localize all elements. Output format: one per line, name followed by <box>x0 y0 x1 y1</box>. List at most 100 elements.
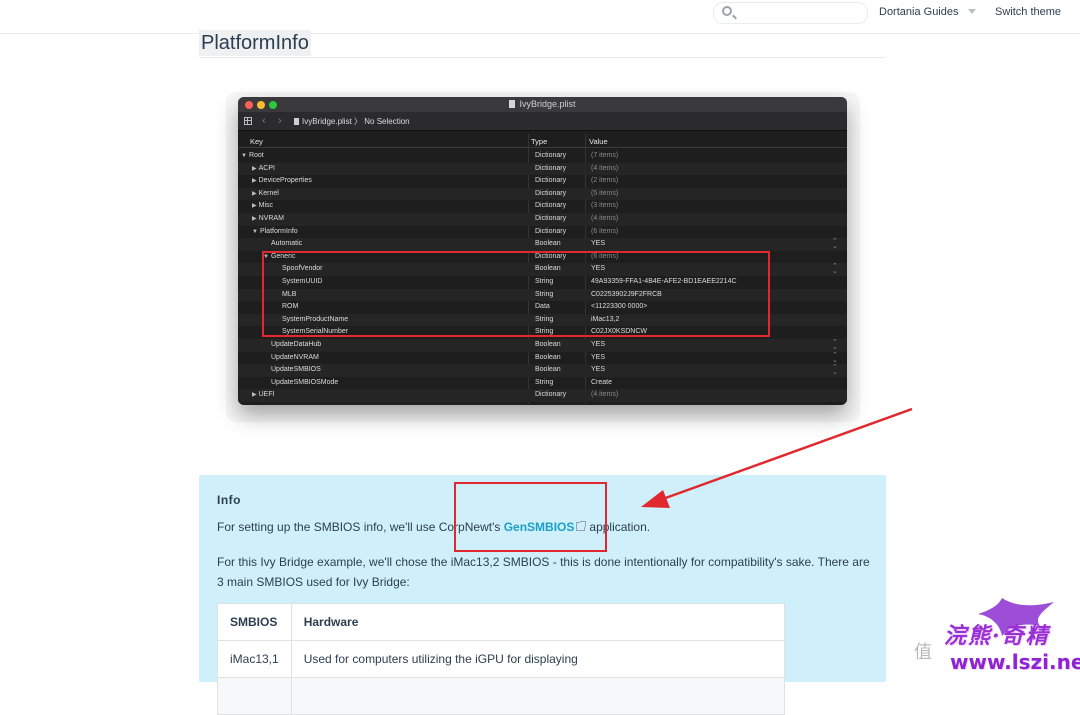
plist-row[interactable]: UpdateSMBIOS Boolean YES ⌃ ⌄ <box>238 364 847 377</box>
plist-row[interactable]: UpdateNVRAM Boolean YES ⌃ ⌄ <box>238 352 847 365</box>
plist-value: YES <box>591 366 606 374</box>
plist-value: (3 items) <box>591 202 619 210</box>
plist-type: Dictionary <box>535 227 567 235</box>
plist-key-text: Kernel <box>258 189 279 197</box>
plist-key-text: NVRAM <box>258 214 284 222</box>
plist-row[interactable]: ▶ DeviceProperties Dictionary (2 items) <box>238 175 847 188</box>
plist-type: Dictionary <box>535 164 567 172</box>
plist-key-text: UEFI <box>258 391 275 399</box>
plist-key-text: Automatic <box>271 240 303 248</box>
plist-key-text: ACPI <box>258 164 275 172</box>
stepper-icon[interactable]: ⌃ ⌄ <box>832 263 838 275</box>
watermark-brand: 浣熊·奇精 <box>944 623 1050 649</box>
link-highlight-box <box>454 482 607 552</box>
column-header-row: Key Type Value <box>238 134 847 148</box>
plist-type: Dictionary <box>535 189 567 197</box>
plist-row[interactable]: ▼ PlatformInfo Dictionary (6 items) <box>238 226 847 239</box>
plist-value: YES <box>591 340 606 348</box>
stepper-icon[interactable]: ⌃ ⌄ <box>832 238 838 250</box>
table-header-row: SMBIOS Hardware <box>217 603 786 641</box>
plist-type: Dictionary <box>535 177 567 185</box>
generic-highlight-box <box>262 251 770 337</box>
plist-row[interactable]: ▶ Kernel Dictionary (5 items) <box>238 187 847 201</box>
plist-key-text: DeviceProperties <box>258 177 312 185</box>
back-arrow-icon: ‹ <box>262 115 266 127</box>
plist-key-text: UpdateSMBIOSMode <box>271 378 339 386</box>
plist-row[interactable]: ▶ ACPI Dictionary (4 items) <box>238 162 847 176</box>
search-input[interactable] <box>713 2 868 24</box>
stepper-icon[interactable]: ⌃ ⌄ <box>832 339 838 351</box>
path-selection: No Selection <box>364 117 410 126</box>
plist-type: Dictionary <box>535 214 567 222</box>
watermark-mark: 值 <box>914 642 932 663</box>
watermark-url: www.lszi.net <box>950 650 1080 674</box>
document-icon <box>509 100 516 108</box>
forward-arrow-icon: › <box>278 115 282 127</box>
plist-row[interactable]: Automatic Boolean YES ⌃ ⌄ <box>238 238 847 251</box>
plist-key: UpdateNVRAM <box>263 354 319 361</box>
disclosure-closed-icon[interactable]: ▶ <box>252 178 257 184</box>
path-separator: 〉 <box>354 117 363 126</box>
plist-row[interactable]: UpdateSMBIOSMode String Create <box>238 377 847 390</box>
stepper-icon[interactable]: ⌃ ⌄ <box>832 364 838 376</box>
info-paragraph-2: For this Ivy Bridge example, we'll chose… <box>217 555 870 589</box>
plist-row[interactable]: ▶ NVRAM Dictionary (4 items) <box>238 212 847 226</box>
window-titlebar: IvyBridge.plist <box>238 97 847 112</box>
plist-value: (4 items) <box>591 391 619 399</box>
plist-value: (5 items) <box>591 189 619 197</box>
plist-key-text: UpdateDataHub <box>271 340 322 348</box>
disclosure-closed-icon[interactable]: ▶ <box>252 166 257 172</box>
path-file: IvyBridge.plist <box>302 117 352 126</box>
page-title: PlatformInfo <box>199 30 311 56</box>
plist-row[interactable]: UpdateDataHub Boolean YES ⌃ ⌄ <box>238 338 847 352</box>
column-header-key: Key <box>250 137 263 146</box>
info-title: Info <box>217 493 241 507</box>
plist-key: ▶ Misc <box>252 202 273 209</box>
chevron-down-icon[interactable] <box>968 9 976 14</box>
plist-value: Create <box>591 378 613 386</box>
plist-type: Boolean <box>535 240 561 248</box>
plist-key-text: UpdateNVRAM <box>271 353 319 361</box>
smbios-table: SMBIOS Hardware iMac13,1 Used for comput… <box>217 603 786 715</box>
plist-row[interactable]: ▶ Misc Dictionary (3 items) <box>238 200 847 213</box>
disclosure-open-icon[interactable]: ▼ <box>241 153 247 159</box>
plist-row[interactable]: ▼ Root Dictionary (7 items) <box>238 150 847 163</box>
table-cell-smbios: iMac13,1 <box>217 640 292 678</box>
plist-value: (2 items) <box>591 177 619 185</box>
switch-theme-button[interactable]: Switch theme <box>995 6 1061 18</box>
disclosure-open-icon[interactable]: ▼ <box>252 229 258 235</box>
plist-type: Boolean <box>535 366 561 374</box>
plist-key: ▶ NVRAM <box>252 215 284 222</box>
plist-row[interactable]: ▶ UEFI Dictionary (4 items) <box>238 389 847 402</box>
grid-icon <box>244 117 252 125</box>
disclosure-closed-icon[interactable]: ▶ <box>252 216 257 222</box>
plist-type: Boolean <box>535 353 561 361</box>
disclosure-closed-icon[interactable]: ▶ <box>252 203 257 209</box>
plist-key: ▼ PlatformInfo <box>252 228 298 235</box>
path-bar: ‹ › IvyBridge.plist 〉 No Selection <box>238 112 847 131</box>
plist-value: (4 items) <box>591 214 619 222</box>
disclosure-closed-icon[interactable]: ▶ <box>252 191 257 197</box>
plist-value: (4 items) <box>591 164 619 172</box>
plist-type: String <box>535 378 554 386</box>
nav-dortania-guides-link[interactable]: Dortania Guides <box>879 6 959 18</box>
plist-key: Automatic <box>263 240 302 247</box>
plist-key: ▶ Kernel <box>252 190 279 197</box>
table-header-hardware: Hardware <box>290 603 786 641</box>
plist-type: Dictionary <box>535 202 567 210</box>
column-header-type: Type <box>531 137 548 146</box>
disclosure-closed-icon[interactable]: ▶ <box>252 392 257 398</box>
plist-value: YES <box>591 353 606 361</box>
plist-key: UpdateDataHub <box>263 341 321 348</box>
plist-value: YES <box>591 240 606 248</box>
plist-key-text: PlatformInfo <box>259 227 298 235</box>
plist-key: UpdateSMBIOSMode <box>263 379 338 386</box>
plist-type: Dictionary <box>535 152 567 159</box>
plist-key: ▼ Root <box>241 152 264 159</box>
table-cell-hardware: Used for computers utilizing the iGPU fo… <box>290 640 786 678</box>
plist-type: Boolean <box>535 340 561 348</box>
stepper-icon[interactable]: ⌃ ⌄ <box>832 352 838 364</box>
plist-key-text: UpdateSMBIOS <box>271 366 321 374</box>
plist-key: ▶ UEFI <box>252 391 275 398</box>
plist-key-text: Misc <box>258 202 274 210</box>
